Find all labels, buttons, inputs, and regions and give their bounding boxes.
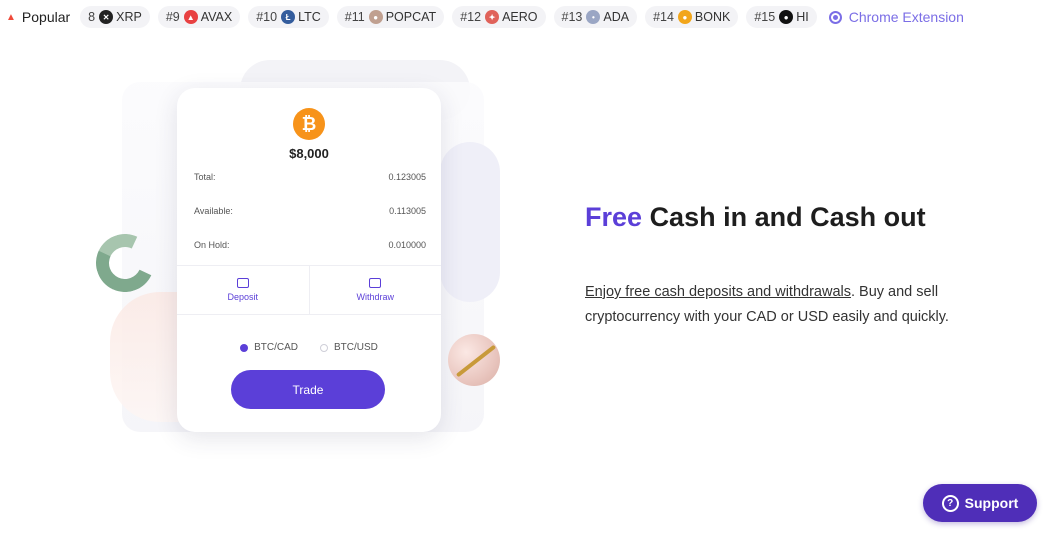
chrome-icon bbox=[828, 10, 842, 24]
support-label: Support bbox=[964, 495, 1019, 511]
bitcoin-icon: ₿ bbox=[293, 108, 325, 140]
flame-icon: ▲ bbox=[6, 11, 16, 23]
balance-row-label: Available: bbox=[194, 206, 233, 216]
ltc-icon: Ł bbox=[281, 10, 296, 24]
trade-button: Trade bbox=[231, 370, 385, 409]
ticker-rank: #13 bbox=[561, 10, 583, 24]
balance-row-label: Total: bbox=[194, 172, 216, 182]
headline-text: Cash in and Cash out bbox=[649, 202, 926, 232]
decorative-blob bbox=[440, 142, 500, 302]
balance-row-total: Total: 0.123005 bbox=[194, 172, 426, 182]
ticker-symbol: HI bbox=[796, 10, 809, 24]
aero-icon: ✦ bbox=[485, 10, 500, 24]
balance-row-value: 0.113005 bbox=[389, 206, 426, 216]
popular-label-group: ▲ Popular bbox=[6, 9, 70, 25]
xrp-icon: ✕ bbox=[99, 10, 114, 24]
pair-option-label: BTC/USD bbox=[334, 342, 378, 353]
ticker-rank: #15 bbox=[754, 10, 776, 24]
wallet-card-illustration: ₿ $8,000 Total: 0.123005 Available: 0.11… bbox=[177, 88, 441, 432]
headline-highlight: Free bbox=[585, 202, 643, 232]
balance-row-on-hold: On Hold: 0.010000 bbox=[194, 240, 426, 250]
decorative-pearl bbox=[448, 334, 500, 386]
ticker-item-ada[interactable]: #13 • ADA bbox=[553, 6, 638, 28]
ticker-item-hi[interactable]: #15 ● HI bbox=[746, 6, 817, 28]
popcat-icon: ● bbox=[368, 10, 383, 24]
balance-row-label: On Hold: bbox=[194, 240, 230, 250]
section-description: Enjoy free cash deposits and withdrawals… bbox=[585, 280, 1035, 330]
support-button[interactable]: ? Support bbox=[923, 484, 1037, 522]
ticker-item-aero[interactable]: #12 ✦ AERO bbox=[452, 6, 546, 28]
deposit-icon bbox=[236, 278, 249, 288]
deposit-action: Deposit bbox=[177, 266, 309, 314]
card-actions: Deposit Withdraw bbox=[177, 265, 441, 315]
ticker-rank: #11 bbox=[344, 10, 365, 24]
free-cash-link[interactable]: Enjoy free cash deposits and withdrawals bbox=[585, 284, 851, 300]
help-icon: ? bbox=[941, 494, 959, 512]
pair-option-btc-cad: BTC/CAD bbox=[240, 342, 298, 353]
withdraw-action: Withdraw bbox=[308, 266, 442, 314]
hi-icon: ● bbox=[779, 10, 794, 24]
ticker-symbol: POPCAT bbox=[385, 10, 437, 24]
ticker-item-popcat[interactable]: #11 ● POPCAT bbox=[336, 6, 445, 28]
ticker-rank: #12 bbox=[460, 10, 482, 24]
avax-icon: ▲ bbox=[183, 10, 198, 24]
ticker-symbol: LTC bbox=[298, 10, 321, 24]
balance-row-available: Available: 0.113005 bbox=[194, 206, 426, 216]
pair-option-btc-usd: BTC/USD bbox=[320, 342, 378, 353]
ticker-rank: #10 bbox=[256, 10, 278, 24]
pair-selector: BTC/CAD BTC/USD bbox=[177, 342, 441, 353]
chrome-extension-label: Chrome Extension bbox=[848, 9, 964, 25]
withdraw-label: Withdraw bbox=[356, 292, 394, 302]
ticker-item-bonk[interactable]: #14 ● BONK bbox=[645, 6, 739, 28]
ticker-symbol: AVAX bbox=[200, 10, 233, 24]
ticker-item-xrp[interactable]: 8 ✕ XRP bbox=[80, 6, 150, 28]
ticker-symbol: BONK bbox=[694, 10, 731, 24]
ticker-rank: #9 bbox=[165, 10, 180, 24]
ticker-item-ltc[interactable]: #10 Ł LTC bbox=[248, 6, 329, 28]
withdraw-icon bbox=[369, 278, 382, 288]
popular-label: Popular bbox=[21, 9, 71, 25]
radio-selected-icon bbox=[240, 343, 249, 352]
chrome-extension-link[interactable]: Chrome Extension bbox=[828, 9, 964, 25]
pair-option-label: BTC/CAD bbox=[254, 342, 298, 353]
deposit-label: Deposit bbox=[227, 292, 258, 302]
ticker-symbol: ADA bbox=[603, 10, 630, 24]
ticker-symbol: AERO bbox=[502, 10, 538, 24]
ticker-symbol: XRP bbox=[116, 10, 142, 24]
wallet-balance: $8,000 bbox=[289, 146, 329, 161]
ticker-rank: #14 bbox=[653, 10, 674, 24]
ticker-item-avax[interactable]: #9 ▲ AVAX bbox=[157, 6, 241, 28]
bonk-icon: ● bbox=[677, 10, 692, 24]
radio-unselected-icon bbox=[320, 343, 328, 352]
ada-icon: • bbox=[586, 10, 601, 24]
balance-row-value: 0.123005 bbox=[388, 172, 426, 182]
balance-row-value: 0.010000 bbox=[388, 240, 426, 250]
ticker-rank: 8 bbox=[88, 10, 96, 24]
section-headline: Free Cash in and Cash out bbox=[585, 202, 926, 233]
trending-ticker: ▲ Popular 8 ✕ XRP #9 ▲ AVAX #10 Ł LTC #1… bbox=[0, 0, 1049, 34]
